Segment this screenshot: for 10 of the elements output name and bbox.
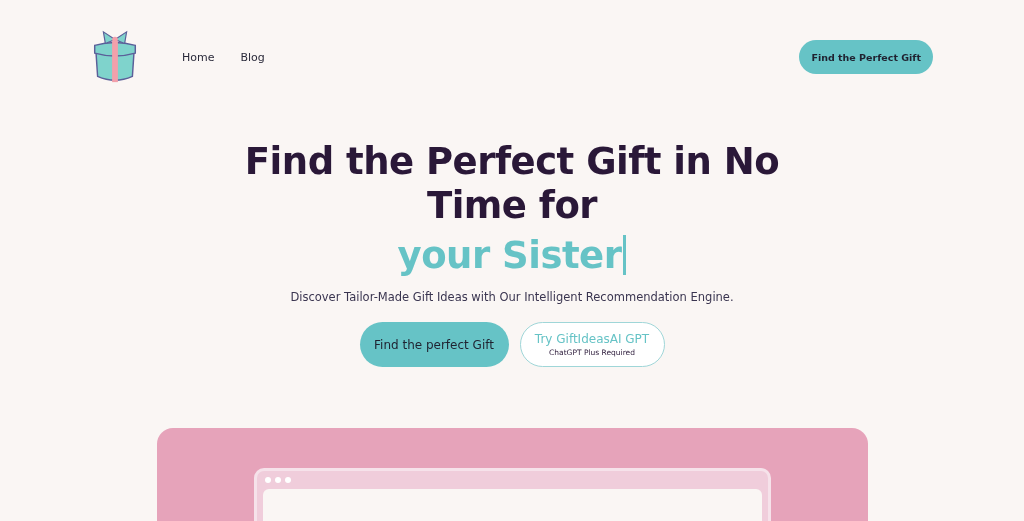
window-dot-icon bbox=[274, 477, 281, 483]
highlighted-text: your Sister bbox=[397, 233, 622, 277]
nav-link[interactable]: Home bbox=[182, 50, 215, 64]
window-dot-icon bbox=[264, 477, 271, 483]
window-dot-icon bbox=[284, 477, 291, 483]
find-gift-button[interactable]: Find the Perfect Gift bbox=[799, 40, 933, 74]
find-gift-button[interactable]: Find the perfect Gift bbox=[359, 322, 509, 367]
hero-heading: Find the Perfect Gift in No Time for bbox=[243, 140, 781, 228]
hero-subtitle: Discover Tailor-Made Gift Ideas with Our Intelligent Recommendation Engine. bbox=[290, 290, 734, 304]
nav-link[interactable]: Blog bbox=[240, 50, 265, 64]
